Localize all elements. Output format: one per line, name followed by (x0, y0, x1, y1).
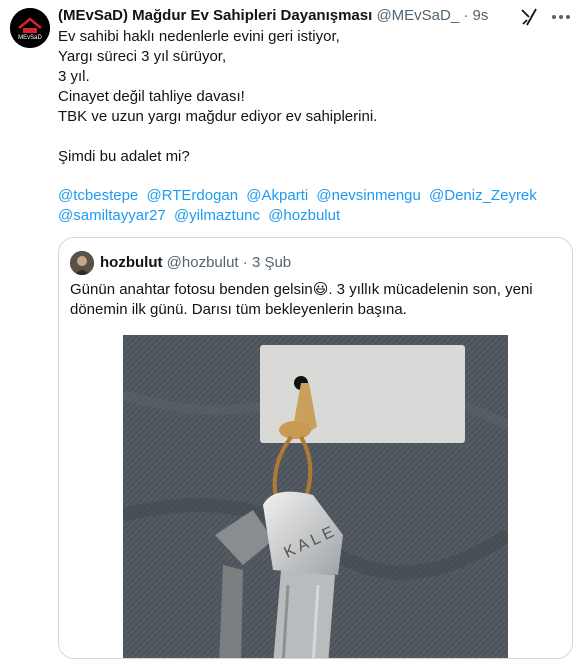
quote-header: hozbulut @hozbulut · 3 Şub (100, 253, 291, 273)
tweet-header: (MEvSaD) Mağdur Ev Sahipleri Dayanışması… (58, 6, 529, 26)
quote-text-part: Günün anahtar fotosu benden gelsin (70, 281, 313, 298)
quote-author-name[interactable]: hozbulut (100, 254, 162, 271)
tweet-line: TBK ve uzun yargı mağdur ediyor ev sahip… (58, 108, 378, 125)
tweet-text: Ev sahibi haklı nedenlerle evini geri is… (58, 27, 568, 167)
tweet-line: 3 yıl. (58, 68, 90, 85)
quoted-tweet[interactable]: hozbulut @hozbulut · 3 Şub Günün anahtar… (58, 237, 573, 659)
mentions: @tcbestepe @RTErdogan @Akparti @nevsinme… (58, 186, 568, 226)
grok-icon[interactable] (519, 7, 539, 27)
svg-text:MEvSaD: MEvSaD (18, 35, 42, 41)
author-name[interactable]: (MEvSaD) Mağdur Ev Sahipleri Dayanışması (58, 7, 372, 24)
quote-author-handle[interactable]: @hozbulut (167, 254, 239, 271)
tweet-line: Ev sahibi haklı nedenlerle evini geri is… (58, 28, 340, 45)
keys-photo-illustration: KALE (123, 335, 508, 658)
mention-link[interactable]: @hozbulut (268, 207, 340, 224)
quote-author-avatar[interactable] (70, 251, 94, 275)
quote-text: Günün anahtar fotosu benden gelsin😃. 3 y… (70, 280, 565, 320)
mention-link[interactable]: @yilmaztunc (174, 207, 260, 224)
separator-dot: · (242, 254, 248, 271)
mention-link[interactable]: @tcbestepe (58, 187, 138, 204)
mention-link[interactable]: @nevsinmengu (316, 187, 420, 204)
keys-photo[interactable]: KALE (123, 335, 508, 658)
person-avatar-icon (70, 251, 94, 275)
tweet-time[interactable]: 9s (473, 7, 489, 24)
mention-link[interactable]: @Deniz_Zeyrek (429, 187, 537, 204)
mention-link[interactable]: @samiltayyar27 (58, 207, 166, 224)
quote-text-part: dönemin ilk günü. Darısı tüm bekleyenler… (70, 301, 407, 318)
more-icon[interactable] (551, 14, 571, 20)
tweet-line (58, 127, 568, 147)
tweet-line: Cinayet değil tahliye davası! (58, 88, 245, 105)
smiley-emoji: 😃 (312, 281, 329, 298)
author-avatar[interactable]: MEvSaD (10, 8, 50, 48)
mevsad-logo: MEvSaD (10, 8, 50, 48)
separator-dot: · (463, 7, 469, 24)
quote-text-part: . 3 yıllık mücadelenin son, yeni (328, 281, 533, 298)
tweet-line: Şimdi bu adalet mi? (58, 148, 190, 165)
tweet-line: Yargı süreci 3 yıl sürüyor, (58, 48, 227, 65)
author-handle[interactable]: @MEvSaD_ (376, 7, 459, 24)
mention-link[interactable]: @RTErdogan (146, 187, 238, 204)
quote-time[interactable]: 3 Şub (252, 254, 291, 271)
mention-link[interactable]: @Akparti (246, 187, 308, 204)
